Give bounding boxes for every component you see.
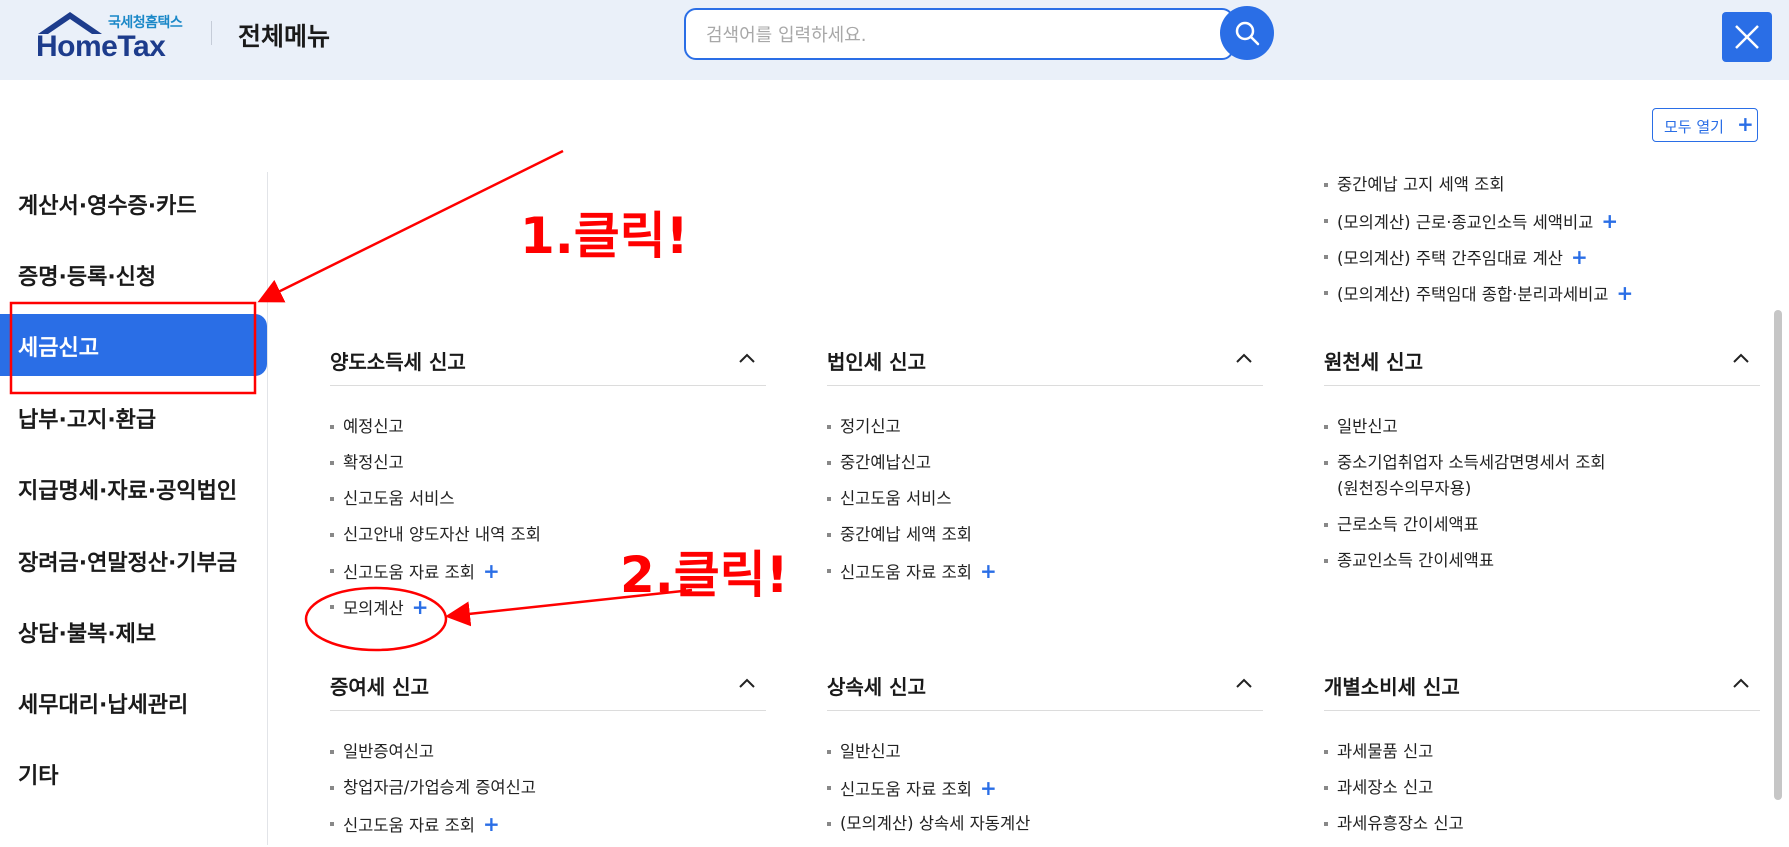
annotation-step1-text: 1.클릭! bbox=[520, 207, 689, 265]
annotation-step2-text: 2.클릭! bbox=[620, 546, 789, 604]
arrow-step1 bbox=[257, 149, 564, 303]
highlight-box-tax-filing bbox=[9, 301, 257, 395]
annotation-overlay bbox=[9, 149, 693, 652]
highlight-circle-simulation bbox=[304, 586, 448, 652]
